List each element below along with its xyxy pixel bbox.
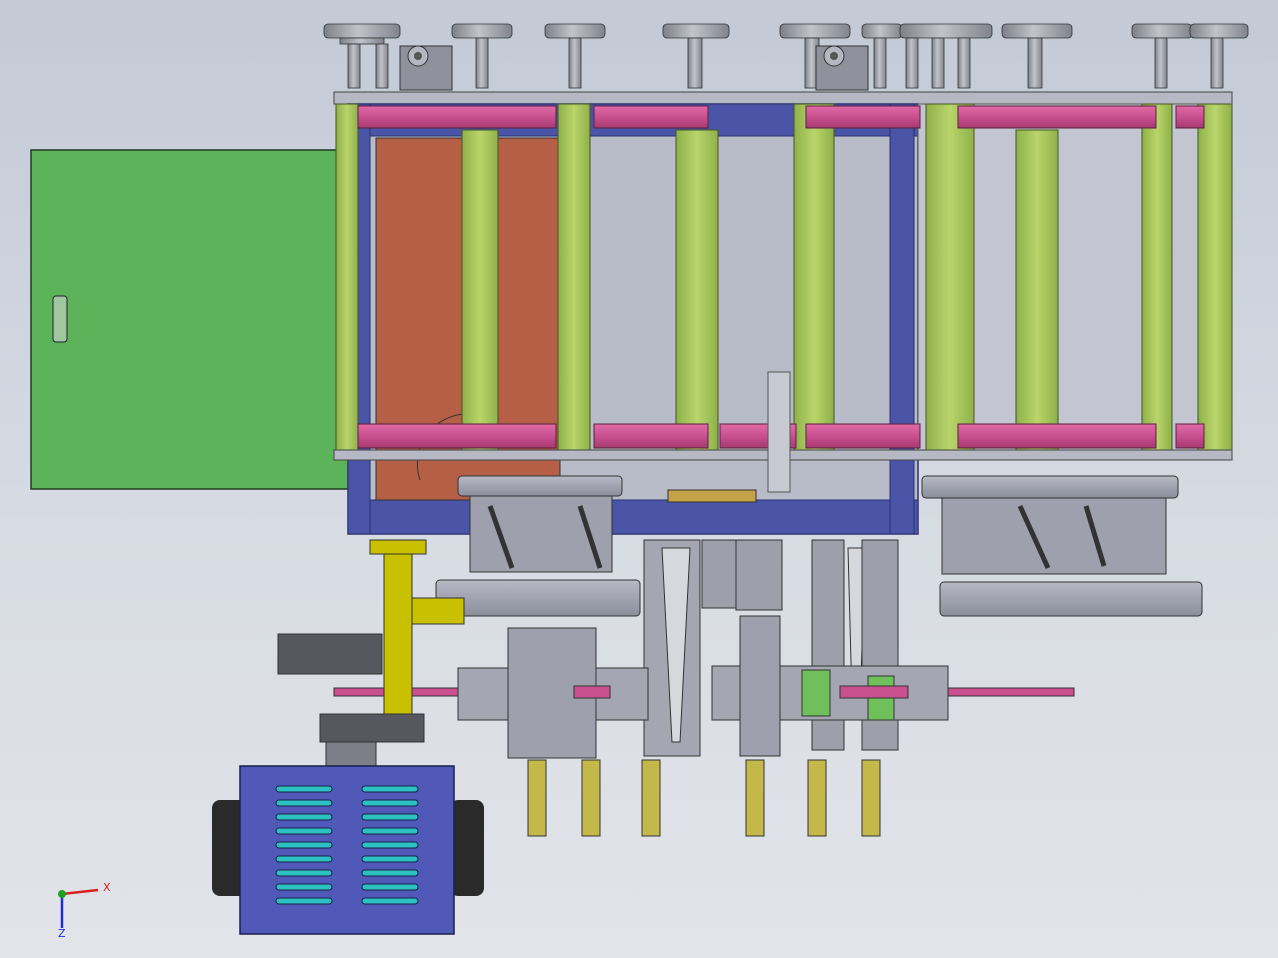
leveling-feet-row [323, 23, 1249, 89]
axis-x-label: X [103, 881, 111, 894]
caster-wheel-left [399, 45, 453, 91]
frame-top-plate [333, 91, 1233, 105]
yellow-pipe-assembly [277, 539, 465, 767]
center-guide-post [767, 371, 791, 493]
bottom-nozzle-row [527, 759, 881, 837]
rotary-table-right [921, 475, 1203, 617]
axis-triad [58, 888, 99, 928]
control-cabinet [212, 765, 484, 935]
axis-z-label: Z [58, 927, 66, 940]
side-door-panel [30, 149, 350, 490]
assembly-drawing [30, 23, 1249, 935]
cad-viewport[interactable]: X Z [0, 0, 1278, 958]
caster-wheel-right [815, 45, 869, 91]
cylinder-module-row [333, 615, 1075, 759]
